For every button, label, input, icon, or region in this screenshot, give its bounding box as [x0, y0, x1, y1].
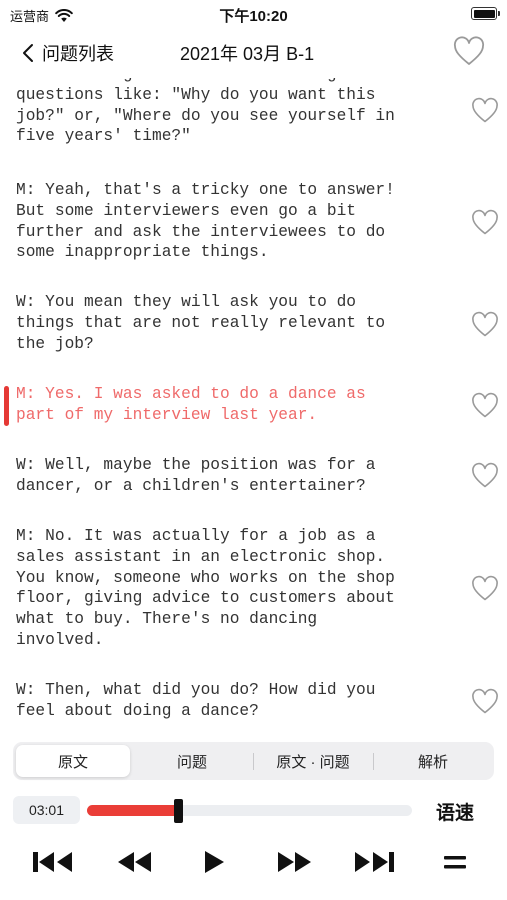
transcript-list[interactable]: W: Yes. I agree. I hate answering questi… — [0, 78, 507, 732]
battery-icon — [471, 7, 500, 20]
back-label: 问题列表 — [42, 44, 114, 64]
tab-analysis[interactable]: 解析 — [376, 745, 490, 777]
transcript-line-text: W: Then, what did you do? How did you fe… — [16, 681, 376, 720]
view-mode-tabs: 原文 问题 原文 · 问题 解析 — [13, 742, 494, 780]
active-line-indicator — [4, 386, 9, 426]
skip-back-icon[interactable] — [31, 846, 75, 878]
tab-questions[interactable]: 问题 — [135, 745, 249, 777]
transcript-line-text: W: Yes. I agree. I hate answering questi… — [16, 78, 395, 146]
page-title: 2021年 03月 B-1 — [180, 44, 315, 64]
menu-icon[interactable] — [441, 846, 469, 878]
progress-thumb[interactable] — [174, 799, 183, 823]
progress-fill — [87, 805, 178, 816]
tab-original-and-questions[interactable]: 原文 · 问题 — [255, 745, 371, 777]
transcript-line-text: M: No. It was actually for a job as a sa… — [16, 527, 395, 649]
skip-forward-icon[interactable] — [352, 846, 396, 878]
progress-slider[interactable] — [87, 799, 412, 823]
favorite-heart-icon[interactable] — [453, 36, 485, 68]
fast-forward-icon[interactable] — [276, 846, 314, 878]
play-icon[interactable] — [201, 846, 227, 878]
heart-icon[interactable] — [471, 311, 499, 339]
tab-divider — [253, 753, 254, 770]
rewind-icon[interactable] — [115, 846, 153, 878]
transcript-line-text: W: Well, maybe the position was for a da… — [16, 456, 376, 495]
tab-original-text[interactable]: 原文 — [16, 745, 130, 777]
heart-icon[interactable] — [471, 392, 499, 420]
heart-icon[interactable] — [471, 688, 499, 716]
back-button[interactable]: 问题列表 — [22, 38, 114, 68]
speed-button[interactable]: 语速 — [436, 798, 474, 825]
transcript-line-text: M: Yeah, that's a tricky one to answer! … — [16, 181, 395, 262]
tab-divider — [373, 753, 374, 770]
transcript-line-text: W: You mean they will ask you to do thin… — [16, 293, 386, 353]
transcript-line-text: M: Yes. I was asked to do a dance as par… — [16, 385, 366, 424]
current-time: 03:01 — [13, 796, 80, 824]
heart-icon[interactable] — [471, 462, 499, 490]
nav-bar: 问题列表 2021年 03月 B-1 — [0, 28, 507, 78]
heart-icon[interactable] — [471, 209, 499, 237]
heart-icon[interactable] — [471, 97, 499, 125]
status-bar: 运营商 下午10:20 — [0, 0, 507, 28]
status-clock: 下午10:20 — [219, 8, 288, 25]
heart-icon[interactable] — [471, 575, 499, 603]
back-icon — [23, 44, 33, 62]
